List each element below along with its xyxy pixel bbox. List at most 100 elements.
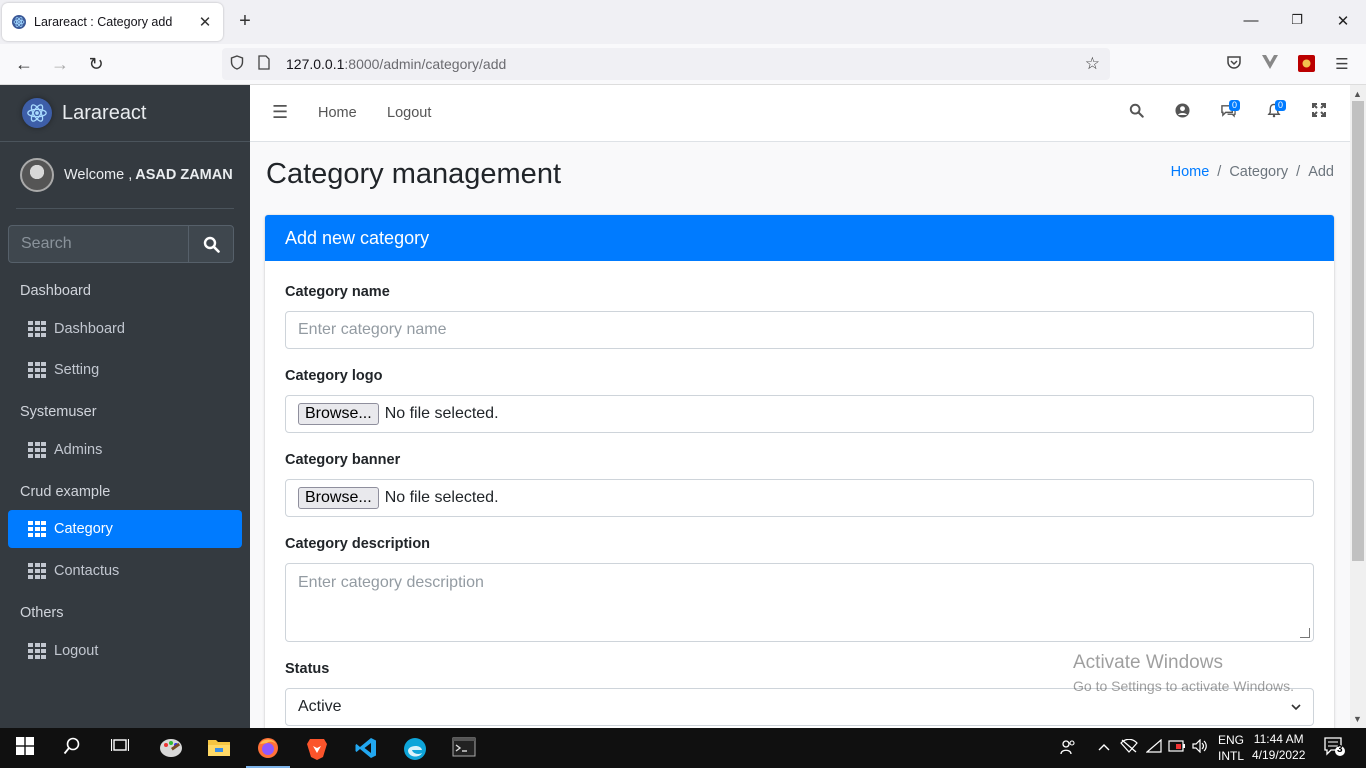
chevron-down-icon	[1291, 700, 1301, 714]
top-navbar: ☰ Home Logout 0 0	[250, 85, 1350, 142]
category-logo-file-input: Browse... No file selected.	[285, 395, 1314, 433]
reload-icon[interactable]: ↻	[84, 53, 108, 75]
chevron-up-icon[interactable]	[1098, 739, 1110, 754]
breadcrumb: Home / Category / Add	[1171, 164, 1334, 180]
browser-menu-icon[interactable]: ☰	[1332, 55, 1352, 73]
sidebar-item-label: Setting	[54, 362, 100, 378]
sidebar-item-setting[interactable]: Setting	[8, 351, 242, 389]
paint-app-icon[interactable]	[159, 737, 183, 759]
category-banner-file-input: Browse... No file selected.	[285, 479, 1314, 517]
sidebar-item-label: Contactus	[54, 563, 120, 579]
bell-icon[interactable]: 0	[1264, 100, 1287, 123]
language-indicator[interactable]: ENG INTL	[1218, 732, 1244, 764]
shield-icon	[230, 55, 246, 73]
action-center-icon[interactable]: 3	[1324, 737, 1346, 760]
resize-grip-icon[interactable]	[1300, 628, 1310, 638]
sidebar-header-others: Others	[20, 605, 64, 621]
forward-arrow-icon[interactable]: →	[48, 53, 72, 75]
search-icon[interactable]	[60, 737, 84, 759]
wifi-icon[interactable]	[1145, 738, 1162, 756]
category-name-input[interactable]: Enter category name	[285, 311, 1314, 349]
search-icon[interactable]	[1126, 103, 1146, 123]
breadcrumb-separator: /	[1217, 164, 1222, 180]
scrollbar-thumb[interactable]	[1352, 101, 1364, 561]
sidebar-item-category[interactable]: Category	[8, 510, 242, 548]
sidebar-item-label: Dashboard	[54, 321, 125, 337]
sidebar-item-admins[interactable]: Admins	[8, 431, 242, 469]
brave-browser-icon[interactable]	[305, 737, 329, 760]
category-banner-label: Category banner	[285, 452, 401, 468]
bookmark-star-icon[interactable]: ☆	[1085, 54, 1100, 74]
keyboard-layout: INTL	[1218, 749, 1245, 763]
logo-browse-button[interactable]: Browse...	[298, 403, 379, 425]
nav-logout-link[interactable]: Logout	[387, 105, 431, 121]
vscode-icon[interactable]	[354, 737, 378, 759]
tab-title: Larareact : Category add	[34, 15, 173, 29]
sidebar-item-label: Admins	[54, 442, 103, 458]
firefox-icon[interactable]	[246, 737, 290, 768]
network-off-icon[interactable]	[1120, 738, 1138, 756]
back-arrow-icon[interactable]: ←	[12, 53, 36, 75]
user-circle-icon[interactable]	[1172, 103, 1192, 123]
brand-link[interactable]: Larareact	[0, 85, 250, 142]
sidebar-item-label: Category	[54, 521, 113, 537]
task-view-icon[interactable]	[108, 737, 132, 759]
nav-home-link[interactable]: Home	[318, 105, 357, 121]
th-grid-icon	[28, 442, 46, 458]
restore-icon[interactable]: ❐	[1287, 12, 1307, 28]
fullscreen-expand-icon[interactable]	[1309, 103, 1329, 122]
url-bar[interactable]: 127.0.0.1:8000/admin/category/add ☆	[222, 48, 1110, 80]
windows-start-icon[interactable]	[13, 737, 37, 759]
banner-file-status: No file selected.	[384, 489, 499, 506]
react-favicon-icon	[12, 15, 26, 29]
th-grid-icon	[28, 643, 46, 659]
messages-badge: 0	[1229, 100, 1241, 111]
pocket-icon[interactable]	[1224, 55, 1244, 74]
breadcrumb-category: Category	[1229, 164, 1289, 180]
sidebar-item-dashboard[interactable]: Dashboard	[8, 310, 242, 348]
sidebar-search-input[interactable]: Search	[8, 225, 188, 263]
windows-taskbar: ENG INTL 11:44 AM 4/19/2022 3	[0, 728, 1366, 768]
search-icon[interactable]	[188, 225, 234, 263]
url-text: 127.0.0.1:8000/admin/category/add	[286, 56, 507, 72]
page-icon	[258, 55, 274, 73]
comments-icon[interactable]: 0	[1218, 100, 1241, 123]
banner-browse-button[interactable]: Browse...	[298, 487, 379, 509]
breadcrumb-add: Add	[1308, 164, 1334, 180]
clock-date: 4/19/2022	[1252, 748, 1306, 762]
sidebar: Larareact Welcome , ASAD ZAMAN Search Das…	[0, 85, 250, 728]
window-close-icon[interactable]: ✕	[1333, 12, 1353, 30]
clock-time: 11:44 AM	[1253, 732, 1304, 746]
system-clock[interactable]: 11:44 AM 4/19/2022	[1252, 731, 1305, 763]
user-panel: Welcome , ASAD ZAMAN	[16, 142, 234, 209]
file-explorer-icon[interactable]	[207, 737, 231, 759]
scroll-down-icon[interactable]: ▼	[1353, 714, 1362, 724]
sidebar-header-dashboard: Dashboard	[20, 283, 91, 299]
user-name[interactable]: ASAD ZAMAN	[135, 167, 232, 183]
watermark-line2: Go to Settings to activate Windows.	[1073, 678, 1294, 694]
terminal-icon[interactable]	[452, 737, 476, 759]
browser-tab[interactable]: Larareact : Category add ✕	[2, 3, 223, 41]
sidebar-item-contactus[interactable]: Contactus	[8, 552, 242, 590]
minimize-icon[interactable]: —	[1241, 12, 1261, 29]
language-code: ENG	[1218, 733, 1245, 747]
edge-browser-icon[interactable]	[403, 737, 427, 760]
page-title: Category management	[266, 158, 561, 190]
breadcrumb-home-link[interactable]: Home	[1171, 164, 1210, 180]
category-description-textarea[interactable]: Enter category description	[285, 563, 1314, 642]
brand-name: Larareact	[62, 101, 147, 124]
tab-close-icon[interactable]: ✕	[197, 13, 213, 31]
sidebar-header-crud: Crud example	[20, 484, 111, 500]
volume-icon[interactable]	[1192, 738, 1208, 756]
scroll-up-icon[interactable]: ▲	[1353, 89, 1362, 99]
extension-icon[interactable]	[1296, 55, 1316, 76]
page-scrollbar[interactable]: ▲ ▼	[1350, 85, 1366, 728]
hamburger-menu-icon[interactable]: ☰	[272, 102, 288, 123]
new-tab-button[interactable]: +	[234, 11, 256, 31]
th-grid-icon	[28, 321, 46, 337]
vue-devtools-icon[interactable]	[1260, 55, 1280, 73]
sidebar-item-logout[interactable]: Logout	[8, 632, 242, 670]
battery-warning-icon[interactable]	[1168, 739, 1186, 756]
people-icon[interactable]	[1060, 739, 1076, 758]
th-grid-icon	[28, 521, 46, 537]
